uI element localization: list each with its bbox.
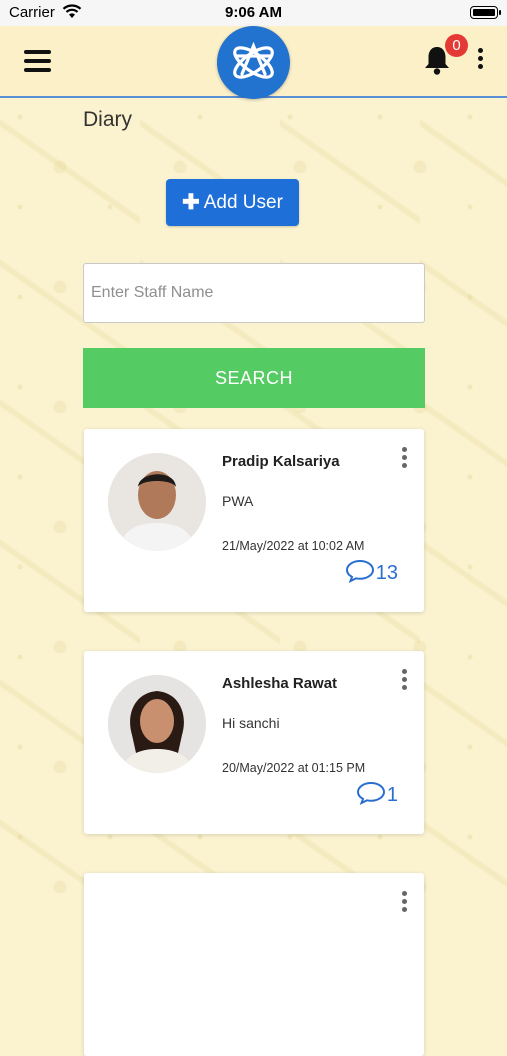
menu-icon[interactable] xyxy=(24,50,51,72)
comments-button[interactable]: 1 xyxy=(356,781,398,805)
logo-icon xyxy=(233,41,274,79)
comments-button[interactable]: 13 xyxy=(345,559,398,583)
comment-count: 13 xyxy=(375,562,398,584)
diary-entry-card[interactable]: Ashlesha Rawat Hi sanchi 20/May/2022 at … xyxy=(84,651,424,834)
entry-author: Ashlesha Rawat xyxy=(222,675,338,692)
diary-entry-card[interactable]: Pradip Kalsariya PWA 21/May/2022 at 10:0… xyxy=(84,429,424,612)
avatar-image xyxy=(108,453,206,551)
more-options-icon[interactable] xyxy=(476,48,484,76)
avatar xyxy=(108,675,206,773)
plus-icon: ✚ xyxy=(182,191,200,214)
notification-badge: 0 xyxy=(445,34,468,57)
entry-more-icon[interactable] xyxy=(400,447,408,471)
logo xyxy=(217,26,290,99)
page-title: Diary xyxy=(83,108,133,131)
entry-more-icon[interactable] xyxy=(400,669,408,693)
avatar-image xyxy=(108,675,206,773)
battery-icon xyxy=(470,6,501,19)
add-user-label: Add User xyxy=(203,191,283,213)
comment-count: 1 xyxy=(386,784,398,806)
add-user-button[interactable]: ✚ Add User xyxy=(166,179,299,226)
avatar xyxy=(108,453,206,551)
status-bar: Carrier 9:06 AM xyxy=(0,0,507,26)
app-header: 0 xyxy=(0,26,507,99)
entry-message: Hi sanchi xyxy=(222,715,280,731)
comment-icon xyxy=(356,781,385,805)
diary-entry-card[interactable] xyxy=(84,873,424,1056)
entry-author: Pradip Kalsariya xyxy=(222,453,340,470)
search-button[interactable]: SEARCH xyxy=(83,348,425,408)
entry-date: 20/May/2022 at 01:15 PM xyxy=(222,761,366,775)
status-time: 9:06 AM xyxy=(225,4,282,21)
comment-icon xyxy=(345,559,374,583)
staff-name-input[interactable] xyxy=(83,263,425,323)
entry-more-icon[interactable] xyxy=(400,891,408,915)
entry-message: PWA xyxy=(222,493,254,509)
entry-date: 21/May/2022 at 10:02 AM xyxy=(222,539,365,553)
